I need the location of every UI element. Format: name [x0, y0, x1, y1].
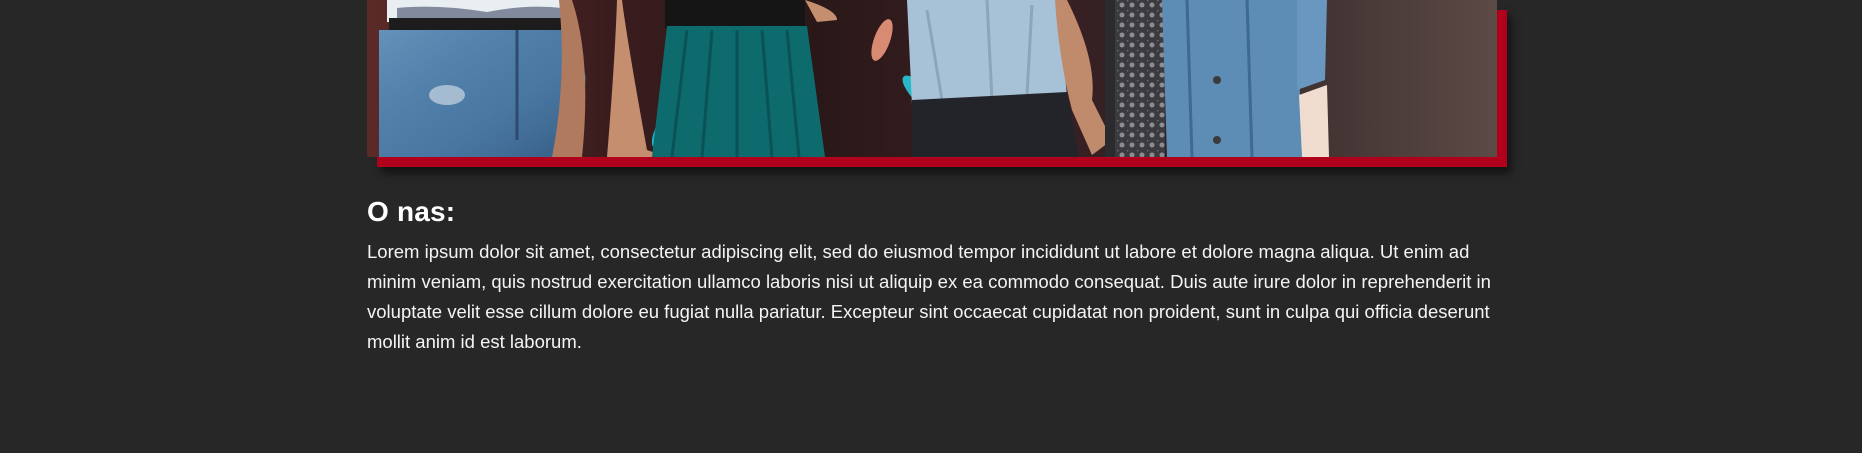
hero-photo-illustration [379, 0, 1329, 157]
about-title: O nas: [367, 196, 456, 227]
about-text: Lorem ipsum dolor sit amet, consectetur … [367, 241, 1491, 352]
hero-image [367, 0, 1497, 157]
page: O nas: Lorem ipsum dolor sit amet, conse… [0, 0, 1862, 453]
hero-section [367, 0, 1507, 167]
